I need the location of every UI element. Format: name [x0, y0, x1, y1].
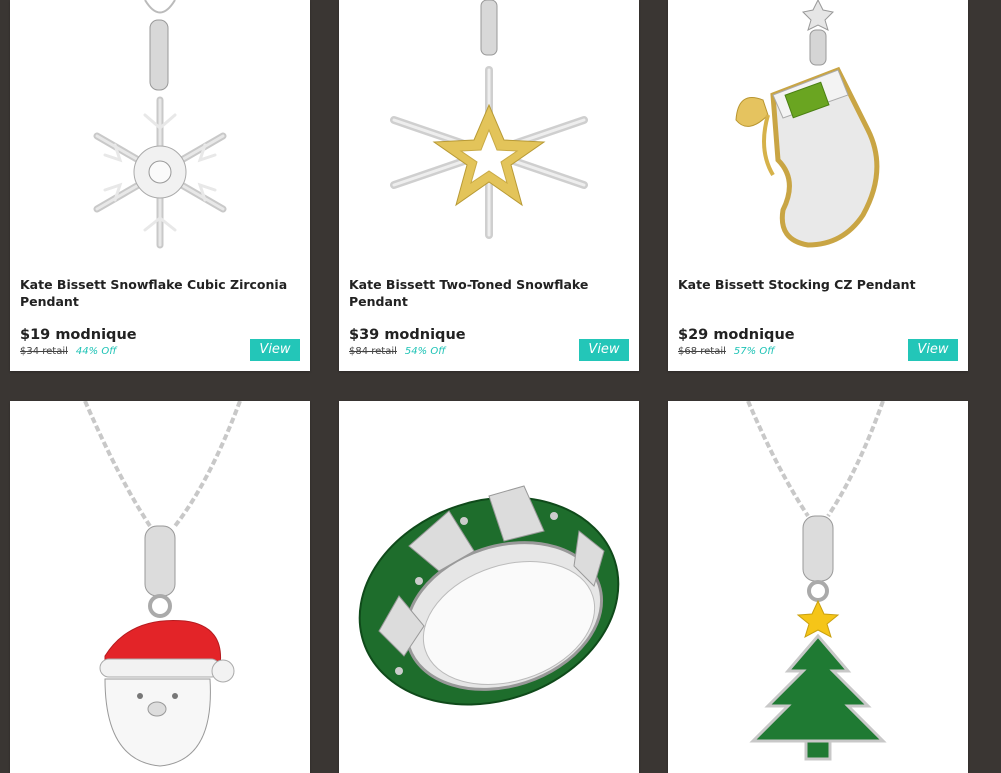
product-image[interactable] [668, 401, 968, 773]
santa-pendant-icon [83, 401, 242, 767]
product-title[interactable]: Kate Bissett Two-Toned Snowflake Pendant [349, 276, 629, 310]
star-snowflake-pendant-icon [390, 0, 588, 239]
product-price: $19 modnique [20, 327, 137, 343]
green-enamel-ring-icon [358, 485, 620, 706]
view-button[interactable]: View [908, 339, 958, 361]
stocking-pendant-icon [735, 0, 880, 248]
discount-badge: 57% Off [733, 346, 775, 357]
product-card[interactable]: Kate Bissett Two-Toned Snowflake Pendant… [339, 0, 639, 371]
retail-price: $34 retail [20, 346, 68, 357]
product-card[interactable] [10, 401, 310, 773]
discount-badge: 54% Off [404, 346, 446, 357]
retail-price: $84 retail [349, 346, 397, 357]
product-image[interactable] [10, 0, 310, 258]
product-card[interactable]: Kate Bissett Stocking CZ Pendant $29 mod… [668, 0, 968, 371]
product-image[interactable] [10, 401, 310, 773]
price-details: $68 retail 57% Off [678, 346, 774, 357]
view-button[interactable]: View [250, 339, 300, 361]
product-title[interactable]: Kate Bissett Snowflake Cubic Zirconia Pe… [20, 276, 300, 310]
product-price: $29 modnique [678, 327, 795, 343]
product-card[interactable] [668, 401, 968, 773]
product-image[interactable] [668, 0, 968, 258]
product-image[interactable] [339, 401, 639, 773]
price-details: $84 retail 54% Off [349, 346, 445, 357]
view-button[interactable]: View [579, 339, 629, 361]
christmas-tree-pendant-icon [746, 401, 887, 761]
product-card[interactable]: Kate Bissett Snowflake Cubic Zirconia Pe… [10, 0, 310, 371]
product-price: $39 modnique [349, 327, 466, 343]
product-image[interactable] [339, 0, 639, 258]
discount-badge: 44% Off [75, 346, 117, 357]
snowflake-pendant-icon [93, 0, 227, 249]
product-card[interactable] [339, 401, 639, 773]
product-title[interactable]: Kate Bissett Stocking CZ Pendant [678, 276, 958, 293]
price-details: $34 retail 44% Off [20, 346, 116, 357]
retail-price: $68 retail [678, 346, 726, 357]
